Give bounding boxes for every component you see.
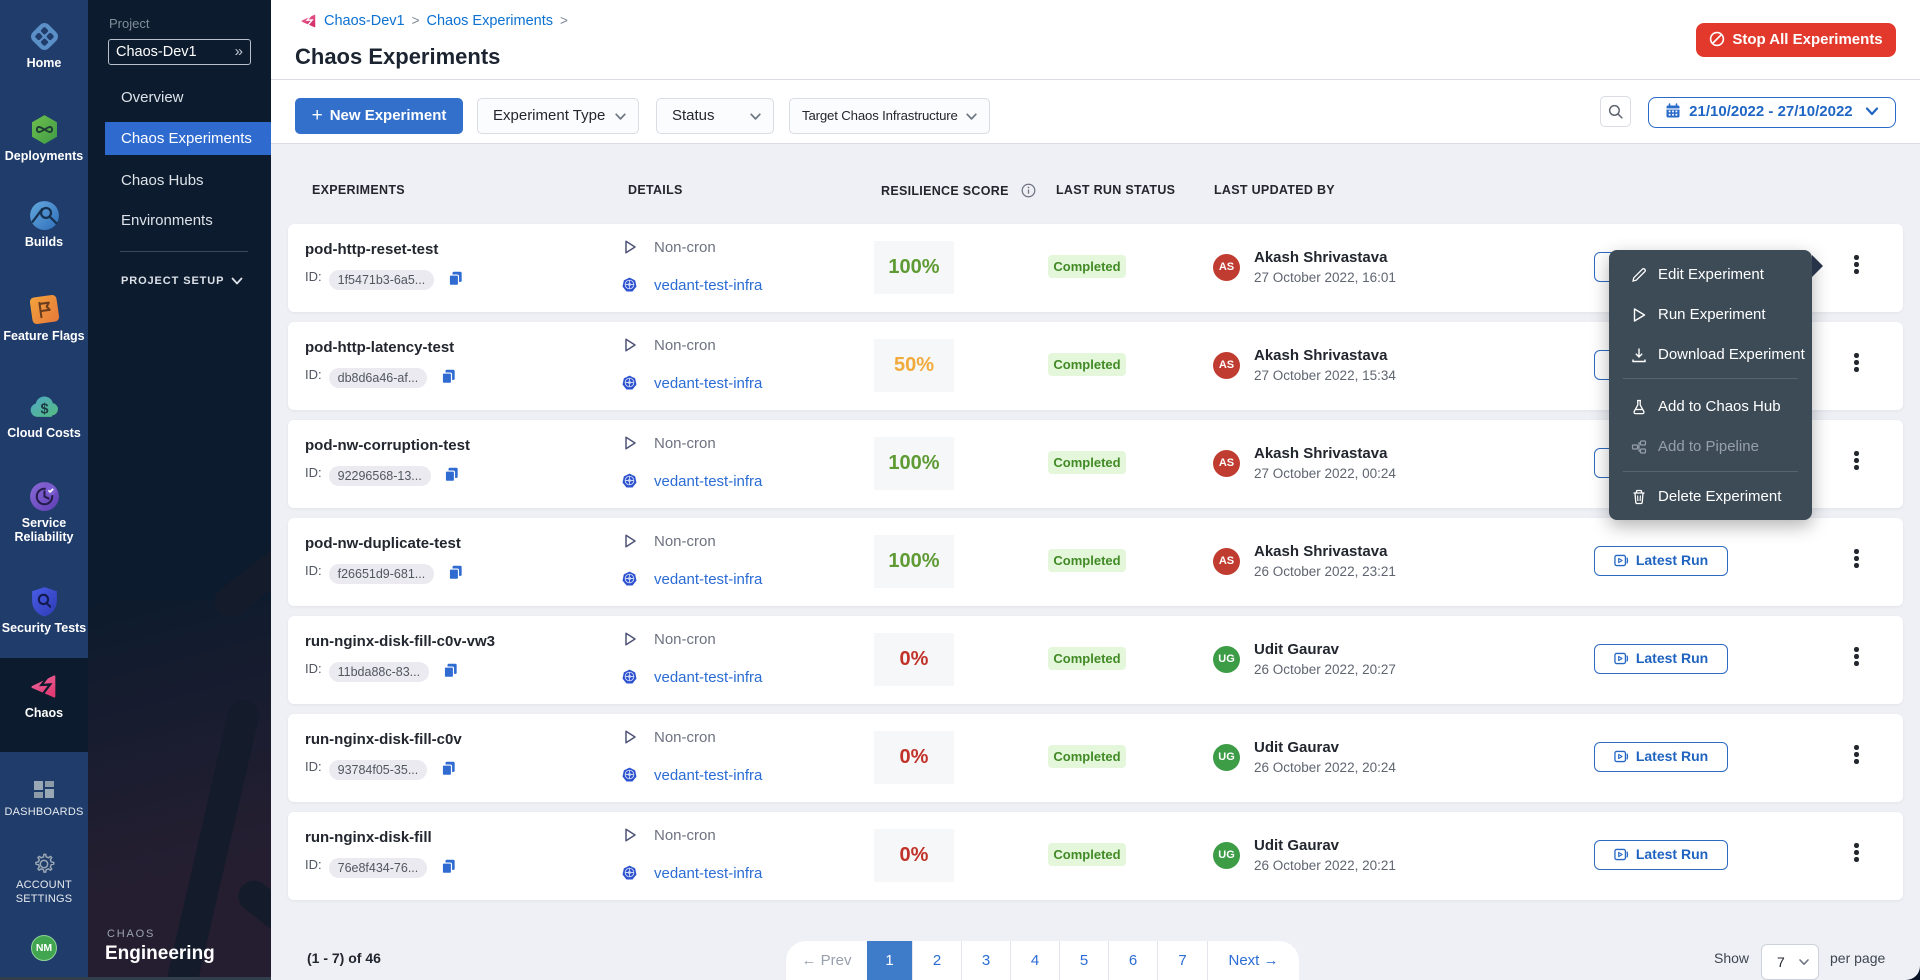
svg-text:$: $ bbox=[40, 402, 48, 418]
